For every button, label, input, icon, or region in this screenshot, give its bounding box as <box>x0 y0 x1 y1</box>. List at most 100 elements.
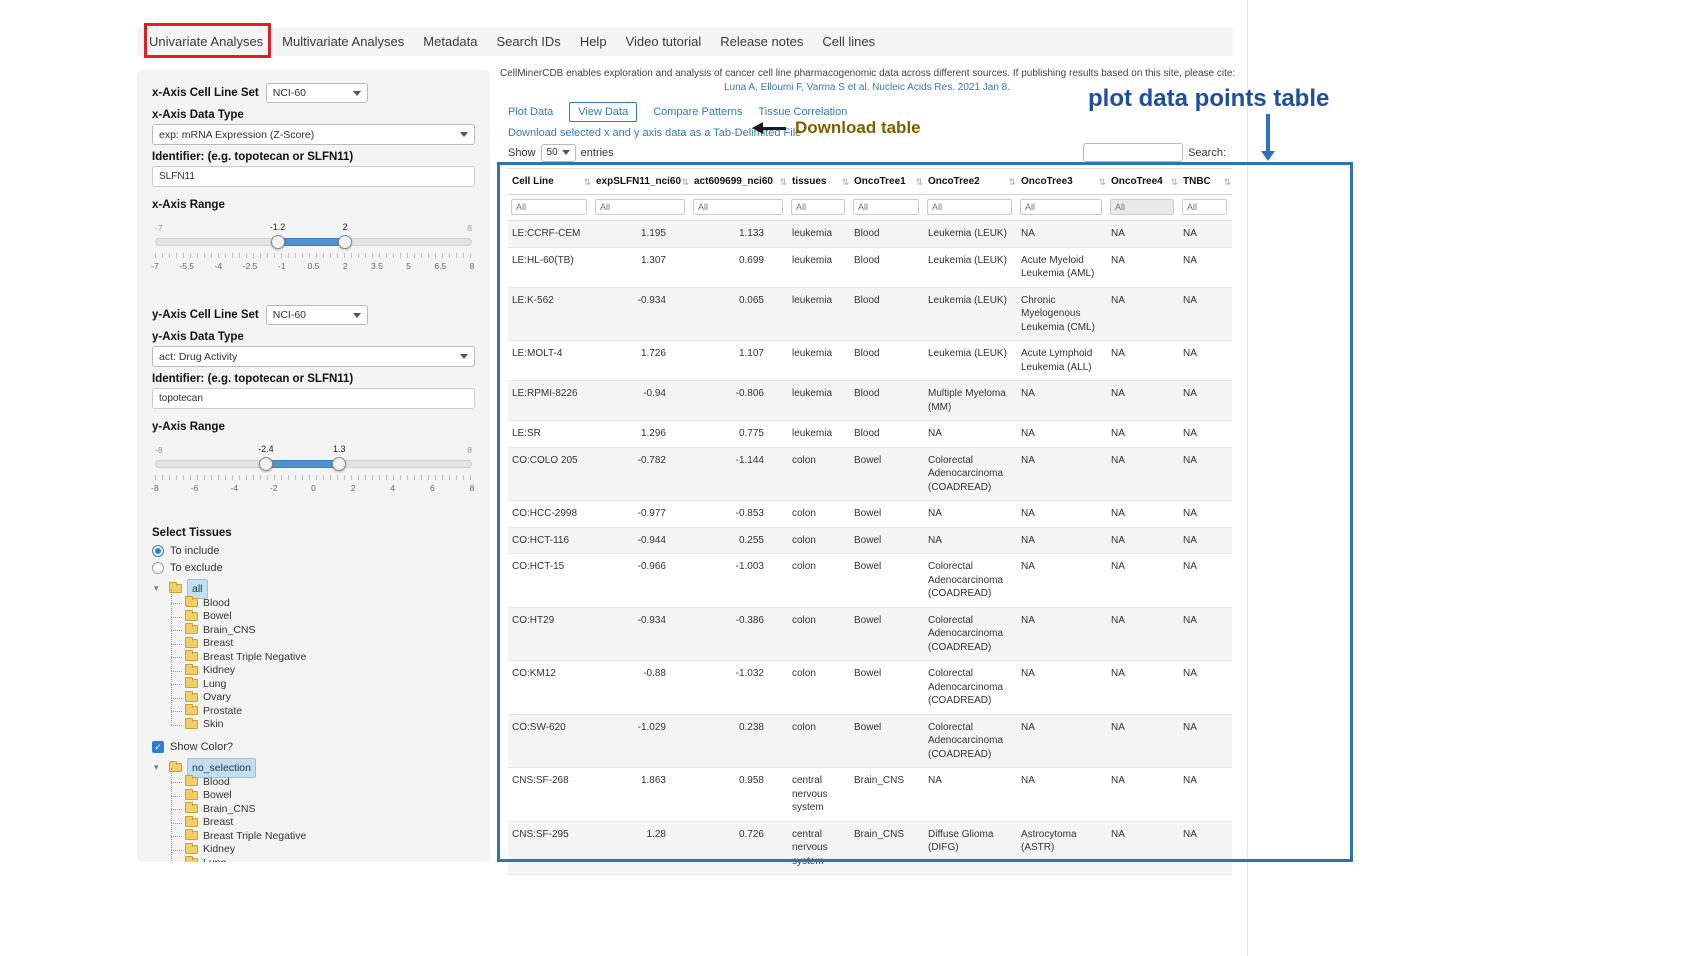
nav-item-help[interactable]: Help <box>580 34 607 49</box>
nav-item-metadata[interactable]: Metadata <box>423 34 477 49</box>
tree-node-blood[interactable]: Blood <box>169 775 475 789</box>
table-row: CO:SW-620-1.0290.238colonBowelColorectal… <box>508 714 1232 768</box>
tree-node-brain-cns[interactable]: Brain_CNS <box>169 623 475 637</box>
tree-node-ovary[interactable]: Ovary <box>169 691 475 705</box>
tree-node-breast[interactable]: Breast <box>169 816 475 830</box>
column-filter-oncotree2[interactable] <box>927 199 1012 215</box>
slider-handle-from[interactable] <box>259 457 273 471</box>
column-filter-tnbc[interactable] <box>1182 199 1227 215</box>
column-filter-oncotree4[interactable] <box>1110 199 1174 215</box>
tree-node-lung[interactable]: Lung <box>169 856 475 862</box>
table-cell: 0.775 <box>690 421 788 448</box>
nav-item-multivariate-analyses[interactable]: Multivariate Analyses <box>282 34 404 49</box>
table-row: LE:SR1.2960.775leukemiaBloodNANANANA <box>508 421 1232 448</box>
table-cell: CNS:SF-295 <box>508 821 592 875</box>
show-color-checkbox[interactable]: ✓ Show Color? <box>152 738 475 755</box>
y-data-type-select[interactable]: act: Drug Activity <box>152 346 475 367</box>
tree-node-skin[interactable]: Skin <box>169 718 475 732</box>
annotation-plot-table-text: plot data points table <box>1088 85 1329 113</box>
column-header-label: OncoTree1 <box>854 176 906 187</box>
table-body: LE:CCRF-CEM1.1951.133leukemiaBloodLeukem… <box>508 221 1232 875</box>
table-cell: Bowel <box>850 607 924 661</box>
table-cell: Colorectal Adenocarcinoma (COADREAD) <box>924 554 1017 608</box>
slider-handle-to[interactable] <box>332 457 346 471</box>
tree-node-breast-triple-negative[interactable]: Breast Triple Negative <box>169 650 475 664</box>
slider-handle-from[interactable] <box>271 235 285 249</box>
column-filter-oncotree1[interactable] <box>853 199 919 215</box>
tree-node-kidney[interactable]: Kidney <box>169 843 475 857</box>
tab-view-data[interactable]: View Data <box>569 102 637 122</box>
tree-node-bowel[interactable]: Bowel <box>169 789 475 803</box>
nav-item-univariate-analyses[interactable]: Univariate Analyses <box>149 34 263 49</box>
column-filter-oncotree3[interactable] <box>1020 199 1102 215</box>
filter-cell <box>508 195 592 221</box>
column-filter-expslfn11-nci60[interactable] <box>595 199 685 215</box>
x-cell-line-set-select[interactable]: NCI-60 <box>266 83 368 103</box>
table-cell: Blood <box>850 287 924 341</box>
tree-node-breast-triple-negative[interactable]: Breast Triple Negative <box>169 829 475 843</box>
tree-node-blood[interactable]: Blood <box>169 596 475 610</box>
slider-handle-to[interactable] <box>338 235 352 249</box>
column-header-expslfn11-nci60[interactable]: expSLFN11_nci60⇅ <box>592 169 690 195</box>
table-cell: -0.934 <box>592 287 690 341</box>
tab-compare-patterns[interactable]: Compare Patterns <box>653 103 742 121</box>
slider-track[interactable] <box>155 238 472 246</box>
table-cell: NA <box>1179 554 1232 608</box>
x-identifier-input[interactable] <box>152 166 475 187</box>
column-header-cell-line[interactable]: Cell Line⇅ <box>508 169 592 195</box>
tree-item-label: Brain_CNS <box>203 803 256 815</box>
y-data-type-value: act: Drug Activity <box>159 351 237 363</box>
tab-plot-data[interactable]: Plot Data <box>508 103 553 121</box>
slider-track[interactable] <box>155 460 472 468</box>
column-header-act609699-nci60[interactable]: act609699_nci60⇅ <box>690 169 788 195</box>
tree-node-no-selection[interactable]: ▾no_selection <box>154 760 475 775</box>
tree-node-all[interactable]: ▾all <box>154 581 475 596</box>
column-header-oncotree4[interactable]: OncoTree4⇅ <box>1107 169 1179 195</box>
sort-icon: ⇅ <box>779 177 787 188</box>
table-cell: 0.238 <box>690 714 788 768</box>
column-header-oncotree2[interactable]: OncoTree2⇅ <box>924 169 1017 195</box>
tree-node-prostate[interactable]: Prostate <box>169 704 475 718</box>
nav-item-search-ids[interactable]: Search IDs <box>497 34 561 49</box>
y-cell-line-set-select[interactable]: NCI-60 <box>266 305 368 325</box>
tree-node-lung[interactable]: Lung <box>169 677 475 691</box>
column-header-oncotree1[interactable]: OncoTree1⇅ <box>850 169 924 195</box>
tree-node-brain-cns[interactable]: Brain_CNS <box>169 802 475 816</box>
table-cell: colon <box>788 527 850 554</box>
color-tree: ▾no_selectionBloodBowelBrain_CNSBreastBr… <box>154 760 475 862</box>
x-data-type-select[interactable]: exp: mRNA Expression (Z-Score) <box>152 124 475 145</box>
table-cell: colon <box>788 607 850 661</box>
column-header-tissues[interactable]: tissues⇅ <box>788 169 850 195</box>
tree-open-icon[interactable]: ▾ <box>154 583 164 594</box>
tissues-include-label: To include <box>170 545 220 557</box>
table-cell: leukemia <box>788 421 850 448</box>
search-input[interactable] <box>1083 143 1183 162</box>
tree-node-bowel[interactable]: Bowel <box>169 610 475 624</box>
slider-tick-label: 0.5 <box>308 261 320 271</box>
show-color-label: Show Color? <box>170 741 233 753</box>
column-header-tnbc[interactable]: TNBC⇅ <box>1179 169 1232 195</box>
entries-select[interactable]: 50 <box>541 144 576 162</box>
column-filter-tissues[interactable] <box>791 199 845 215</box>
y-cell-line-set-label: y-Axis Cell Line Set <box>152 309 259 321</box>
column-header-oncotree3[interactable]: OncoTree3⇅ <box>1017 169 1107 195</box>
tree-node-kidney[interactable]: Kidney <box>169 664 475 678</box>
tree-open-icon[interactable]: ▾ <box>154 762 164 773</box>
column-filter-cell-line[interactable] <box>511 199 587 215</box>
tree-node-breast[interactable]: Breast <box>169 637 475 651</box>
tissues-exclude-radio[interactable]: To exclude <box>152 559 475 576</box>
table-cell: Diffuse Glioma (DIFG) <box>924 821 1017 875</box>
table-cell: 0.958 <box>690 768 788 822</box>
slider-tick-label: -6 <box>191 483 199 493</box>
tissues-include-radio[interactable]: To include <box>152 542 475 559</box>
left-arrow-icon <box>752 122 786 134</box>
folder-icon <box>185 625 198 634</box>
nav-item-cell-lines[interactable]: Cell lines <box>822 34 875 49</box>
y-identifier-input[interactable] <box>152 388 475 409</box>
table-row: LE:RPMI-8226-0.94-0.806leukemiaBloodMult… <box>508 381 1232 421</box>
table-controls: Show 50 entries Search: <box>508 143 1226 162</box>
nav-item-video-tutorial[interactable]: Video tutorial <box>626 34 702 49</box>
tree-item-label: Lung <box>203 678 226 690</box>
nav-item-release-notes[interactable]: Release notes <box>720 34 803 49</box>
column-filter-act609699-nci60[interactable] <box>693 199 783 215</box>
